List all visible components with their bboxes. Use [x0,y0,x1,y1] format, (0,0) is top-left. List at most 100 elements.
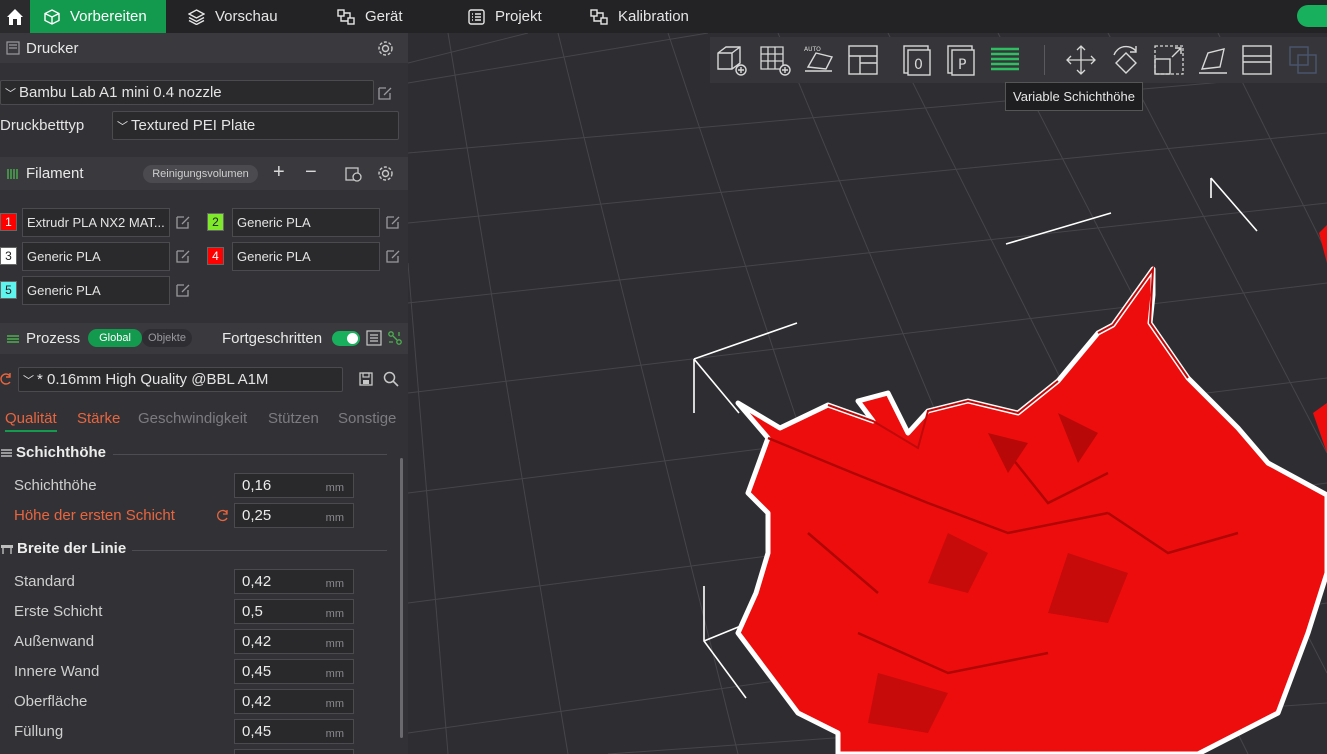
width-infill-input[interactable]: 0,45 mm [234,719,354,744]
process-layers-icon [7,334,19,343]
filament-slot-1[interactable]: Extrudr PLA NX2 MAT... [22,208,170,237]
arrange-icon[interactable] [846,43,880,77]
reset-value-icon[interactable] [216,509,229,522]
edit-printer-icon[interactable] [377,85,393,101]
width-outer-wall-label: Außenwand [14,633,95,650]
layer-height-group-label: Schichthöhe [16,444,107,461]
tab-prepare[interactable]: Vorbereiten [30,0,166,33]
rotate-icon[interactable] [1108,43,1142,77]
reset-arrow-icon[interactable] [0,372,12,386]
viewport-toolbar: AUTO 0 P [710,37,1327,83]
tab-preview[interactable]: Vorschau [188,0,278,33]
filament-slot-2[interactable]: Generic PLA [232,208,380,237]
width-outer-wall-input[interactable]: 0,42 mm [234,629,354,654]
width-inner-wall-label: Innere Wand [14,663,100,680]
edit-filament-3-icon[interactable] [175,248,191,264]
tab-speed[interactable]: Geschwindigkeit [138,410,247,427]
width-infill-value: 0,45 [242,723,272,740]
process-preset-select[interactable]: ﹀ * 0.16mm High Quality @BBL A1M [18,367,343,392]
svg-text:AUTO: AUTO [804,46,821,53]
unit-label: mm [325,698,344,710]
layer-height-value: 0,16 [242,477,272,494]
unit-label: mm [325,608,344,620]
remove-filament-button[interactable]: − [305,161,317,184]
filament-slot-4[interactable]: Generic PLA [232,242,380,271]
add-plate-icon[interactable] [758,43,792,77]
add-object-icon[interactable] [714,43,748,77]
filament-slot-3[interactable]: Generic PLA [22,242,170,271]
auto-orient-icon[interactable]: AUTO [802,43,836,77]
plate-0-icon[interactable]: 0 [900,43,934,77]
scale-icon[interactable] [1152,43,1186,77]
edit-filament-1-icon[interactable] [175,214,191,230]
search-icon[interactable] [383,371,399,387]
boolean-icon[interactable] [1286,43,1320,77]
lay-on-face-icon[interactable] [1196,43,1230,77]
objects-toggle[interactable]: Objekte [142,329,192,347]
list-icon [468,8,485,25]
move-icon[interactable] [1064,43,1098,77]
advanced-switch[interactable] [332,331,360,346]
unit-label: mm [325,668,344,680]
filament-section-header: Filament Reinigungsvolumen + − [0,157,408,190]
tab-supports[interactable]: Stützen [268,410,319,427]
process-section-header: Prozess Global Objekte Fortgeschritten [0,323,408,354]
bed-type-select[interactable]: ﹀ Textured PEI Plate [112,111,399,140]
variable-layer-height-icon[interactable] [988,43,1022,77]
tab-device-label: Gerät [365,8,403,25]
filament-slot-5-number: 5 [0,281,17,299]
width-infill-label: Füllung [14,723,64,740]
layer-height-input[interactable]: 0,16 mm [234,473,354,498]
width-top-surface-value: 0,42 [242,693,272,710]
filament-slot-4-number: 4 [207,247,224,265]
add-filament-button[interactable]: + [273,161,285,184]
nodes-icon[interactable] [387,330,403,346]
3d-viewport[interactable]: AUTO 0 P Variable Schichthöhe [408,33,1327,754]
tab-strength[interactable]: Stärke [77,410,120,427]
width-first-layer-input[interactable]: 0,5 mm [234,599,354,624]
cut-icon[interactable] [1240,43,1274,77]
tab-project-label: Projekt [495,8,542,25]
layers-icon [188,8,205,25]
first-layer-height-input[interactable]: 0,25 mm [234,503,354,528]
filament-section-title: Filament [26,165,84,182]
settings-sidebar: Drucker ﹀ Bambu Lab A1 mini 0.4 nozzle D… [0,33,408,754]
filament-spool-icon [7,168,18,179]
tab-calibration[interactable]: Kalibration [590,0,689,33]
purge-volume-button[interactable]: Reinigungsvolumen [143,165,258,183]
svg-text:P: P [958,57,966,73]
red-3d-model[interactable] [735,265,1327,754]
compare-presets-icon[interactable] [366,330,382,346]
edit-filament-2-icon[interactable] [385,214,401,230]
top-right-toggle[interactable] [1297,5,1327,27]
edit-filament-5-icon[interactable] [175,282,191,298]
filament-slot-5[interactable]: Generic PLA [22,276,170,305]
next-value-input[interactable] [234,749,354,754]
line-width-icon [1,544,13,554]
settings-scrollbar[interactable] [400,458,403,738]
first-layer-height-label: Höhe der ersten Schicht [14,507,175,524]
filament-settings-gear-icon[interactable] [377,165,394,182]
toolbar-tooltip: Variable Schichthöhe [1005,82,1143,111]
save-preset-icon[interactable] [359,372,373,386]
unit-label: mm [325,728,344,740]
sync-filament-icon[interactable] [345,165,363,183]
first-layer-height-value: 0,25 [242,507,272,524]
home-button[interactable] [0,0,30,33]
gear-icon[interactable] [377,40,394,57]
tab-calibration-label: Kalibration [618,8,689,25]
edit-filament-4-icon[interactable] [385,248,401,264]
width-standard-input[interactable]: 0,42 mm [234,569,354,594]
bed-type-label: Druckbetttyp [0,117,85,134]
plate-p-icon[interactable]: P [944,43,978,77]
tab-project[interactable]: Projekt [468,0,542,33]
width-inner-wall-input[interactable]: 0,45 mm [234,659,354,684]
tab-quality[interactable]: Qualität [5,410,57,432]
global-toggle[interactable]: Global [88,329,142,347]
divider [113,454,387,455]
width-top-surface-input[interactable]: 0,42 mm [234,689,354,714]
tab-others[interactable]: Sonstige [338,410,396,427]
tab-device[interactable]: Gerät [337,0,403,33]
printer-model-select[interactable]: ﹀ Bambu Lab A1 mini 0.4 nozzle [0,80,374,105]
layer-group-icon [1,448,12,457]
